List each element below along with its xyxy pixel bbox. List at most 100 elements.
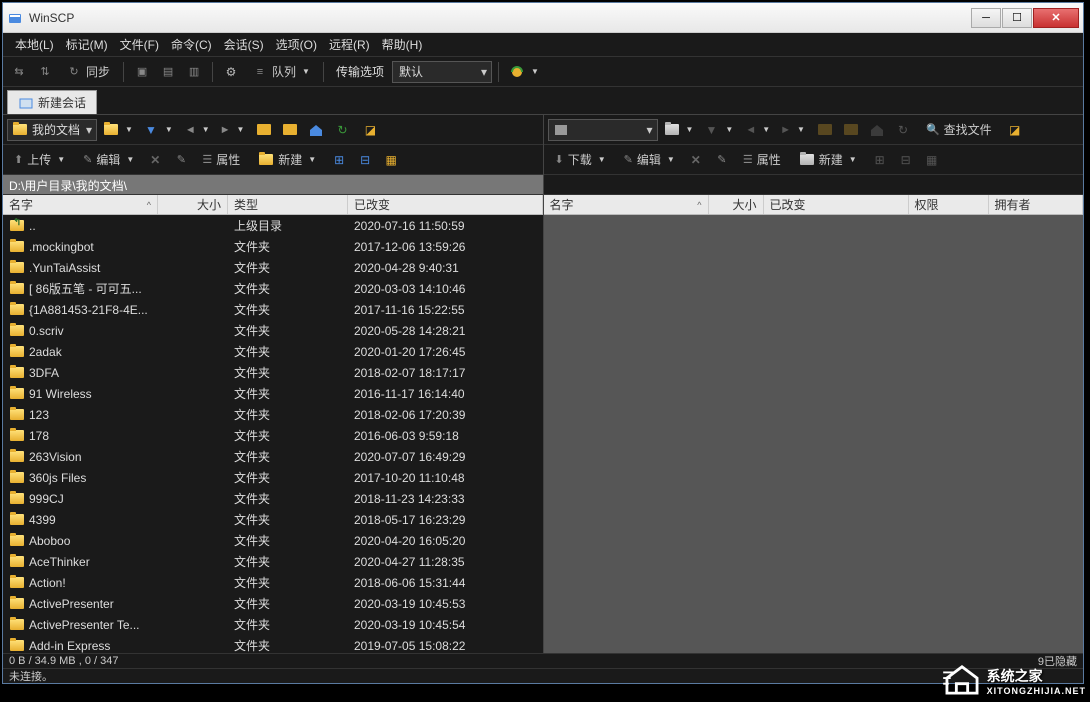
toolbar-icon3[interactable]: ▣	[130, 60, 154, 84]
file-row[interactable]: .YunTaiAssist文件夹2020-04-28 9:40:31	[3, 257, 543, 278]
file-row[interactable]: .mockingbot文件夹2017-12-06 13:59:26	[3, 236, 543, 257]
local-rename-icon[interactable]: ✎	[169, 148, 193, 172]
file-row[interactable]: 263Vision文件夹2020-07-07 16:49:29	[3, 446, 543, 467]
remote-home-icon[interactable]	[865, 118, 889, 142]
file-changed: 2020-04-27 11:28:35	[348, 555, 543, 569]
local-refresh-icon[interactable]: ↻	[330, 118, 354, 142]
local-folder-open-icon[interactable]: ▼	[99, 118, 137, 142]
local-root-icon[interactable]	[278, 118, 302, 142]
remote-hdr-changed[interactable]: 已改变	[764, 195, 909, 214]
remote-path[interactable]	[544, 175, 1084, 195]
remote-drive-combo[interactable]: ▾	[548, 119, 658, 141]
transfer-select[interactable]: 默认	[392, 61, 492, 83]
folder-icon	[9, 344, 25, 360]
file-row[interactable]: Aboboo文件夹2020-04-20 16:05:20	[3, 530, 543, 551]
remote-root-icon[interactable]	[839, 118, 863, 142]
local-sync-browse-icon[interactable]: ◪	[358, 118, 382, 142]
menu-remote[interactable]: 远程(R)	[323, 33, 376, 56]
menu-mark[interactable]: 标记(M)	[60, 33, 114, 56]
titlebar[interactable]: WinSCP ─ ☐ ✕	[3, 3, 1083, 33]
toolbar-icon2[interactable]: ⇅	[33, 60, 57, 84]
local-new-button[interactable]: 新建▼	[251, 148, 323, 172]
remote-props-button[interactable]: ☰属性	[736, 148, 788, 172]
menu-session[interactable]: 会话(S)	[218, 33, 270, 56]
settings-button[interactable]: ⚙	[219, 60, 243, 84]
menu-command[interactable]: 命令(C)	[165, 33, 218, 56]
local-view-icon[interactable]: ▦	[379, 148, 403, 172]
file-row[interactable]: ActivePresenter文件夹2020-03-19 10:45:53	[3, 593, 543, 614]
download-button[interactable]: ⬇下载▼	[548, 148, 613, 172]
local-minus-icon[interactable]: ⊟	[353, 148, 377, 172]
remote-folder-open-icon[interactable]: ▼	[660, 118, 698, 142]
toolbar-refresh-remote[interactable]: ▼	[505, 60, 543, 84]
remote-edit-button[interactable]: ✎编辑▼	[617, 148, 682, 172]
local-hdr-type[interactable]: 类型	[228, 195, 348, 214]
file-row[interactable]: 3DFA文件夹2018-02-07 18:17:17	[3, 362, 543, 383]
remote-hdr-rights[interactable]: 权限	[909, 195, 989, 214]
file-row[interactable]: 178文件夹2016-06-03 9:59:18	[3, 425, 543, 446]
folder-icon	[9, 596, 25, 612]
find-files-button[interactable]: 🔍查找文件	[919, 118, 999, 142]
remote-filelist[interactable]	[544, 215, 1084, 653]
file-row[interactable]: 91 Wireless文件夹2016-11-17 16:14:40	[3, 383, 543, 404]
remote-hdr-owner[interactable]: 拥有者	[989, 195, 1084, 214]
file-row[interactable]: 0.scriv文件夹2020-05-28 14:28:21	[3, 320, 543, 341]
local-edit-button[interactable]: ✎编辑▼	[76, 148, 141, 172]
sync-button[interactable]: ↻同步	[59, 60, 117, 84]
local-filelist[interactable]: ..上级目录2020-07-16 11:50:59.mockingbot文件夹2…	[3, 215, 543, 653]
local-drive-combo[interactable]: 我的文档▾	[7, 119, 97, 141]
new-session-tab[interactable]: 新建会话	[7, 90, 97, 114]
local-hdr-changed[interactable]: 已改变	[348, 195, 543, 214]
file-row[interactable]: 360js Files文件夹2017-10-20 11:10:48	[3, 467, 543, 488]
menu-file[interactable]: 文件(F)	[114, 33, 165, 56]
menu-local[interactable]: 本地(L)	[9, 33, 60, 56]
remote-sync-browse-icon[interactable]: ◪	[1003, 118, 1027, 142]
local-props-button[interactable]: ☰属性	[195, 148, 247, 172]
file-type: 文件夹	[228, 364, 348, 381]
remote-fwd-icon[interactable]: ►▼	[776, 118, 809, 142]
local-home-icon[interactable]	[304, 118, 328, 142]
remote-new-button[interactable]: 新建▼	[792, 148, 864, 172]
remote-hdr-size[interactable]: 大小	[709, 195, 764, 214]
local-delete-icon[interactable]: ✕	[143, 148, 167, 172]
local-hdr-name[interactable]: 名字^	[3, 195, 158, 214]
remote-rename-icon[interactable]: ✎	[710, 148, 734, 172]
remote-filter-icon[interactable]: ▼▼	[699, 118, 737, 142]
file-row[interactable]: 2adak文件夹2020-01-20 17:26:45	[3, 341, 543, 362]
remote-up-icon[interactable]	[813, 118, 837, 142]
file-row[interactable]: 999CJ文件夹2018-11-23 14:23:33	[3, 488, 543, 509]
remote-hdr-name[interactable]: 名字^	[544, 195, 709, 214]
local-filter-icon[interactable]: ▼▼	[139, 118, 177, 142]
file-row[interactable]: ..上级目录2020-07-16 11:50:59	[3, 215, 543, 236]
remote-view-icon[interactable]: ▦	[920, 148, 944, 172]
file-row[interactable]: Add-in Express文件夹2019-07-05 15:08:22	[3, 635, 543, 653]
remote-minus-icon[interactable]: ⊟	[894, 148, 918, 172]
upload-button[interactable]: ⬆上传▼	[7, 148, 72, 172]
remote-plus-icon[interactable]: ⊞	[868, 148, 892, 172]
file-row[interactable]: 4399文件夹2018-05-17 16:23:29	[3, 509, 543, 530]
toolbar-icon1[interactable]: ⇆	[7, 60, 31, 84]
minimize-button[interactable]: ─	[971, 8, 1001, 28]
file-row[interactable]: ActivePresenter Te...文件夹2020-03-19 10:45…	[3, 614, 543, 635]
local-back-icon[interactable]: ◄▼	[181, 118, 214, 142]
file-row[interactable]: {1A881453-21F8-4E...文件夹2017-11-16 15:22:…	[3, 299, 543, 320]
remote-refresh-icon[interactable]: ↻	[891, 118, 915, 142]
local-plus-icon[interactable]: ⊞	[327, 148, 351, 172]
file-row[interactable]: Action!文件夹2018-06-06 15:31:44	[3, 572, 543, 593]
local-up-icon[interactable]	[252, 118, 276, 142]
file-row[interactable]: AceThinker文件夹2020-04-27 11:28:35	[3, 551, 543, 572]
menu-help[interactable]: 帮助(H)	[376, 33, 429, 56]
remote-delete-icon[interactable]: ✕	[684, 148, 708, 172]
local-fwd-icon[interactable]: ►▼	[216, 118, 249, 142]
file-row[interactable]: 123文件夹2018-02-06 17:20:39	[3, 404, 543, 425]
local-path[interactable]: D:\用户目录\我的文档\	[3, 175, 543, 195]
file-row[interactable]: [ 86版五笔 - 可可五...文件夹2020-03-03 14:10:46	[3, 278, 543, 299]
toolbar-icon5[interactable]: ▥	[182, 60, 206, 84]
local-hdr-size[interactable]: 大小	[158, 195, 228, 214]
queue-button[interactable]: ≡队列▼	[245, 60, 317, 84]
maximize-button[interactable]: ☐	[1002, 8, 1032, 28]
menu-options[interactable]: 选项(O)	[270, 33, 323, 56]
remote-back-icon[interactable]: ◄▼	[741, 118, 774, 142]
toolbar-icon4[interactable]: ▤	[156, 60, 180, 84]
close-button[interactable]: ✕	[1033, 8, 1079, 28]
